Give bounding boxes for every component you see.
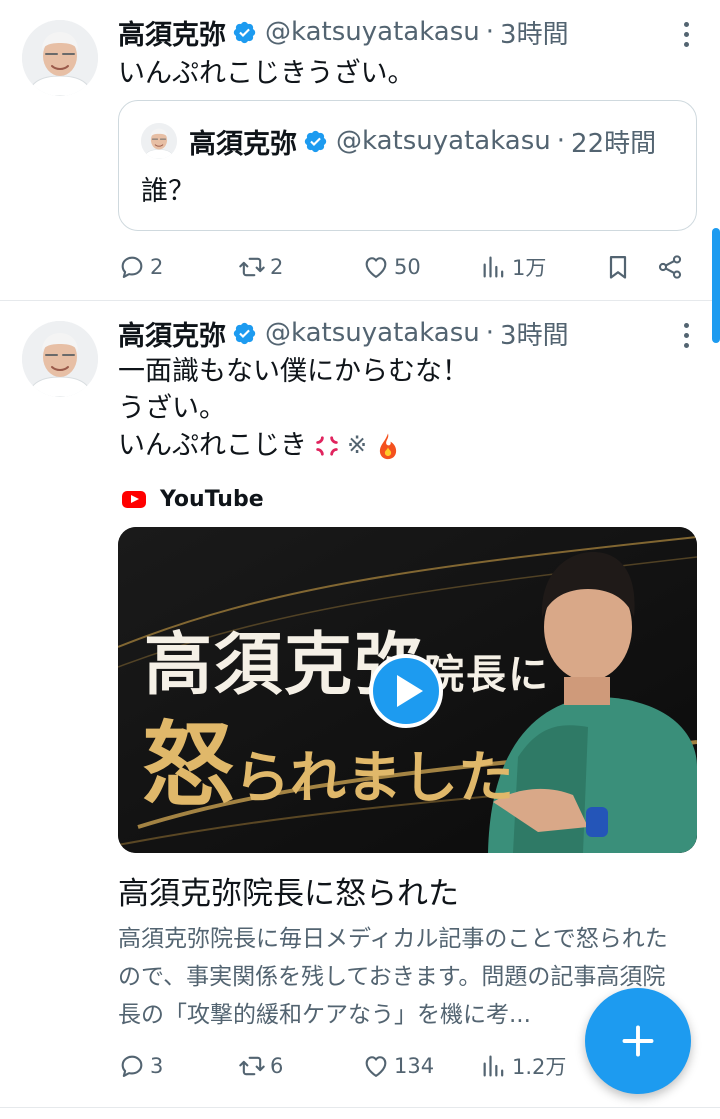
quoted-tweet-text: 誰？ (141, 176, 195, 207)
tweet[interactable]: 高須克弥 @katsuyatakasu · 3時間 一面識もない僕にからむな！ … (0, 301, 720, 1107)
avatar-image (141, 123, 177, 159)
tweet-text-line: いんぷれこじきうざい。 (118, 58, 415, 89)
retweet-icon (238, 253, 266, 281)
tweet-text-line: うざい。 (118, 393, 226, 424)
author-handle[interactable]: @katsuyatakasu (265, 318, 480, 348)
tweet-text: 一面識もない僕にからむな！ うざい。 いんぷれこじき ※ (118, 353, 469, 464)
video-thumbnail[interactable]: 高須克弥院長に 怒られました (118, 527, 697, 853)
like-button[interactable]: 50 (362, 245, 421, 289)
reply-button[interactable]: 3 (118, 1044, 163, 1088)
quoted-author-handle: @katsuyatakasu (336, 126, 551, 156)
verified-badge-icon (303, 129, 328, 154)
tweet-actions: 2 2 50 1万 (118, 245, 698, 289)
timestamp[interactable]: 3時間 (500, 14, 569, 51)
share-button[interactable] (656, 245, 684, 289)
quoted-avatar (141, 123, 177, 159)
retweet-button[interactable]: 6 (238, 1044, 283, 1088)
views-count: 1.2万 (512, 1055, 567, 1079)
tweet-text-line-with-emoji: いんぷれこじき ※ (118, 427, 469, 464)
avatar-image (22, 20, 98, 96)
plus-icon (622, 1025, 654, 1057)
tweet[interactable]: 高須克弥 @katsuyatakasu · 3時間 いんぷれこじきうざい。 高須… (0, 0, 720, 300)
views-icon (480, 1052, 508, 1080)
like-count: 134 (394, 1054, 435, 1078)
heart-icon (362, 1052, 390, 1080)
card-source-label: YouTube (160, 486, 264, 512)
tweet-text-line: 一面識もない僕にからむな！ (118, 356, 469, 387)
views-button[interactable]: 1.2万 (480, 1044, 566, 1088)
quoted-tweet[interactable]: 高須克弥 @katsuyatakasu · 22時間 誰？ (118, 100, 697, 231)
thumbnail-title-line2: 怒られました (142, 691, 514, 824)
verified-badge-icon (232, 20, 257, 45)
retweet-button[interactable]: 2 (238, 245, 283, 289)
quoted-author-name: 高須克弥 (189, 128, 297, 160)
quoted-timestamp: 22時間 (571, 128, 657, 159)
play-button-icon[interactable] (369, 654, 443, 728)
card-description-line: ので、事実関係を残しておきます。問題の記事高須院 (118, 964, 666, 990)
separator: · (485, 17, 495, 47)
tweet-divider (0, 1107, 720, 1108)
thumbnail-title-line2-small: られました (234, 745, 515, 811)
like-count: 50 (394, 255, 421, 279)
verified-badge-icon (232, 321, 257, 346)
card-source: YouTube (122, 482, 264, 516)
separator: · (556, 126, 566, 156)
bookmark-button[interactable] (604, 245, 632, 289)
separator: · (485, 318, 495, 348)
more-options-icon[interactable] (682, 323, 690, 348)
tweet-text: いんぷれこじきうざい。 (118, 55, 414, 92)
avatar-image (22, 321, 98, 397)
thumbnail-title-line2-text: 怒 (142, 711, 235, 819)
retweet-icon (238, 1052, 266, 1080)
card-title[interactable]: 高須克弥院長に怒られた (118, 868, 459, 913)
reply-icon (118, 1052, 146, 1080)
like-button[interactable]: 134 (362, 1044, 434, 1088)
author-name[interactable]: 高須克弥 (118, 314, 226, 353)
views-button[interactable]: 1万 (480, 245, 546, 289)
author-name[interactable]: 高須克弥 (118, 13, 226, 52)
compose-tweet-button[interactable] (585, 988, 691, 1094)
reply-button[interactable]: 2 (118, 245, 163, 289)
views-icon (480, 253, 508, 281)
heart-icon (362, 253, 390, 281)
share-icon (656, 253, 684, 281)
quoted-tweet-header: 高須克弥 @katsuyatakasu · 22時間 (189, 121, 656, 161)
reply-count: 3 (150, 1054, 164, 1078)
views-count: 1万 (512, 256, 547, 280)
avatar[interactable] (22, 321, 98, 397)
fire-icon (379, 433, 397, 459)
card-description-line: 高須克弥院長に毎日メディカル記事のことで怒られた (118, 926, 668, 952)
anger-icon (316, 435, 338, 456)
scrollbar[interactable] (712, 228, 720, 343)
reference-mark-icon: ※ (347, 431, 368, 459)
retweet-count: 6 (270, 1054, 284, 1078)
reply-icon (118, 253, 146, 281)
bookmark-icon (604, 253, 632, 281)
tweet-header: 高須克弥 @katsuyatakasu · 3時間 (118, 12, 569, 52)
tweet-text-line: いんぷれこじき (118, 430, 307, 461)
youtube-logo-icon (122, 490, 146, 508)
more-options-icon[interactable] (682, 22, 690, 47)
author-handle[interactable]: @katsuyatakasu (265, 17, 480, 47)
retweet-count: 2 (270, 255, 284, 279)
timestamp[interactable]: 3時間 (500, 315, 569, 352)
avatar[interactable] (22, 20, 98, 96)
reply-count: 2 (150, 255, 164, 279)
tweet-header: 高須克弥 @katsuyatakasu · 3時間 (118, 313, 569, 353)
